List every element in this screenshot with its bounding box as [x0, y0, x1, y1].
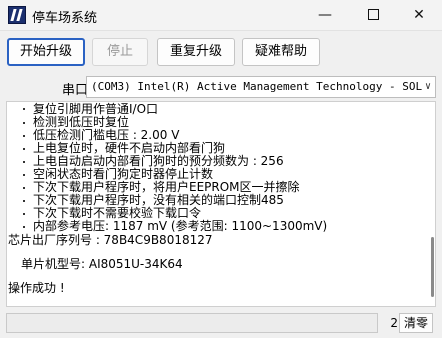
restart-upgrade-button[interactable]: 重复升级: [157, 38, 235, 66]
log-bullet: [23, 161, 25, 163]
progress-bar: [6, 313, 378, 333]
log-scrollbar[interactable]: [431, 237, 434, 297]
log-output[interactable]: 复位引脚用作普通I/O口 检测到低压时复位 低压检测门槛电压 : 2.00 V …: [6, 101, 436, 307]
log-line-result: 操作成功 !: [8, 281, 65, 295]
help-button[interactable]: 疑难帮助: [242, 38, 320, 66]
status-count: 2: [390, 316, 398, 330]
close-icon[interactable]: ✕: [396, 0, 442, 30]
log-line-serial: 芯片出厂序列号 : 78B4C9B8018127: [8, 233, 213, 247]
app-logo-icon: [8, 6, 26, 24]
minimize-icon[interactable]: —: [302, 0, 348, 30]
log-bullet: [23, 226, 25, 228]
port-label: 串口: [62, 83, 89, 98]
log-bullet: [23, 200, 25, 202]
log-bullet: [23, 213, 25, 215]
stop-button[interactable]: 停止: [92, 38, 148, 66]
log-line: 内部参考电压: 1187 mV (参考范围: 1100~1300mV): [33, 219, 328, 233]
window-title: 停车场系统: [32, 11, 98, 26]
chevron-down-icon: ∨: [424, 81, 431, 92]
log-bullet: [23, 108, 25, 110]
log-bullet: [23, 174, 25, 176]
maximize-icon[interactable]: [350, 0, 396, 30]
clear-button[interactable]: 清零: [399, 313, 433, 333]
log-bullet: [23, 148, 25, 150]
log-bullet: [23, 135, 25, 137]
port-select[interactable]: (COM3) Intel(R) Active Management Techno…: [86, 76, 436, 98]
start-upgrade-button[interactable]: 开始升级: [7, 38, 85, 66]
log-bullet: [23, 122, 25, 124]
log-line-model: 单片机型号: AI8051U-34K64: [21, 257, 183, 271]
title-bar: 停车场系统 — ✕: [0, 0, 442, 31]
port-select-value: (COM3) Intel(R) Active Management Techno…: [91, 80, 423, 93]
log-bullet: [23, 187, 25, 189]
